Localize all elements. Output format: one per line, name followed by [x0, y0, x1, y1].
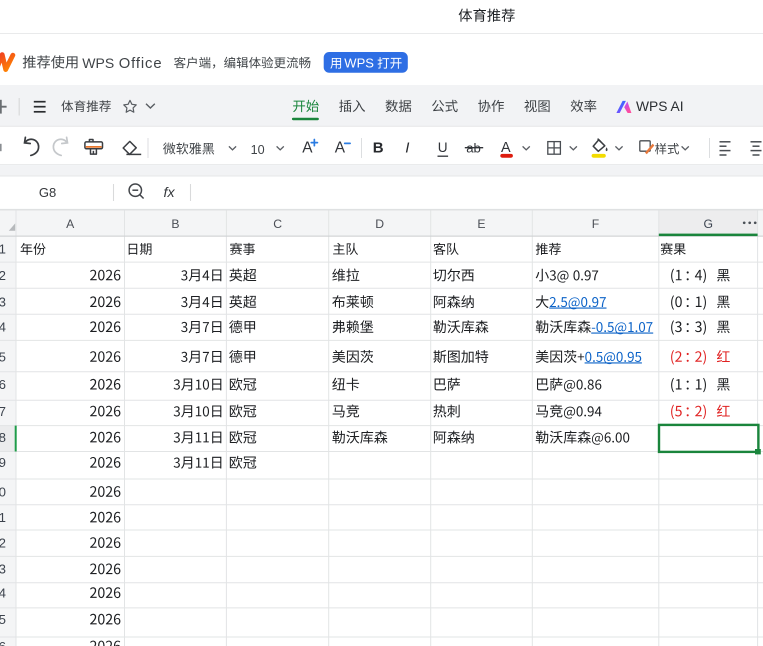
svg-text:C: C: [273, 217, 282, 231]
svg-text:WPS: WPS: [82, 55, 114, 71]
svg-text:A: A: [501, 140, 511, 156]
svg-text:A: A: [66, 217, 75, 231]
svg-text:D: D: [375, 217, 384, 231]
svg-text:6: 6: [0, 377, 6, 392]
svg-text:B: B: [171, 217, 179, 231]
svg-text:14: 14: [0, 586, 6, 601]
svg-text:13: 13: [0, 562, 6, 577]
svg-text:7: 7: [0, 404, 6, 419]
svg-text:8: 8: [0, 430, 6, 445]
svg-text:1: 1: [0, 241, 6, 256]
svg-text:G: G: [703, 217, 712, 231]
svg-text:F: F: [592, 217, 599, 231]
svg-text:5: 5: [0, 349, 6, 364]
svg-text:9: 9: [0, 455, 6, 470]
svg-text:WPS: WPS: [344, 56, 374, 71]
svg-text:B: B: [373, 140, 384, 157]
svg-text:E: E: [477, 217, 485, 231]
svg-text:2: 2: [0, 268, 6, 283]
svg-text:fx: fx: [164, 185, 176, 201]
svg-text:WPS AI: WPS AI: [636, 99, 684, 114]
svg-text:16: 16: [0, 639, 6, 646]
svg-text:I: I: [405, 140, 409, 157]
svg-text:3: 3: [0, 295, 6, 310]
svg-text:4: 4: [0, 320, 6, 335]
svg-text:11: 11: [0, 510, 6, 525]
svg-text:10: 10: [0, 484, 6, 499]
svg-text:10: 10: [251, 143, 265, 157]
svg-text:U: U: [438, 140, 448, 155]
svg-text:Office: Office: [119, 56, 163, 72]
svg-text:A: A: [335, 140, 346, 157]
svg-text:G8: G8: [39, 185, 56, 200]
svg-text:15: 15: [0, 612, 6, 627]
svg-text:12: 12: [0, 535, 6, 550]
